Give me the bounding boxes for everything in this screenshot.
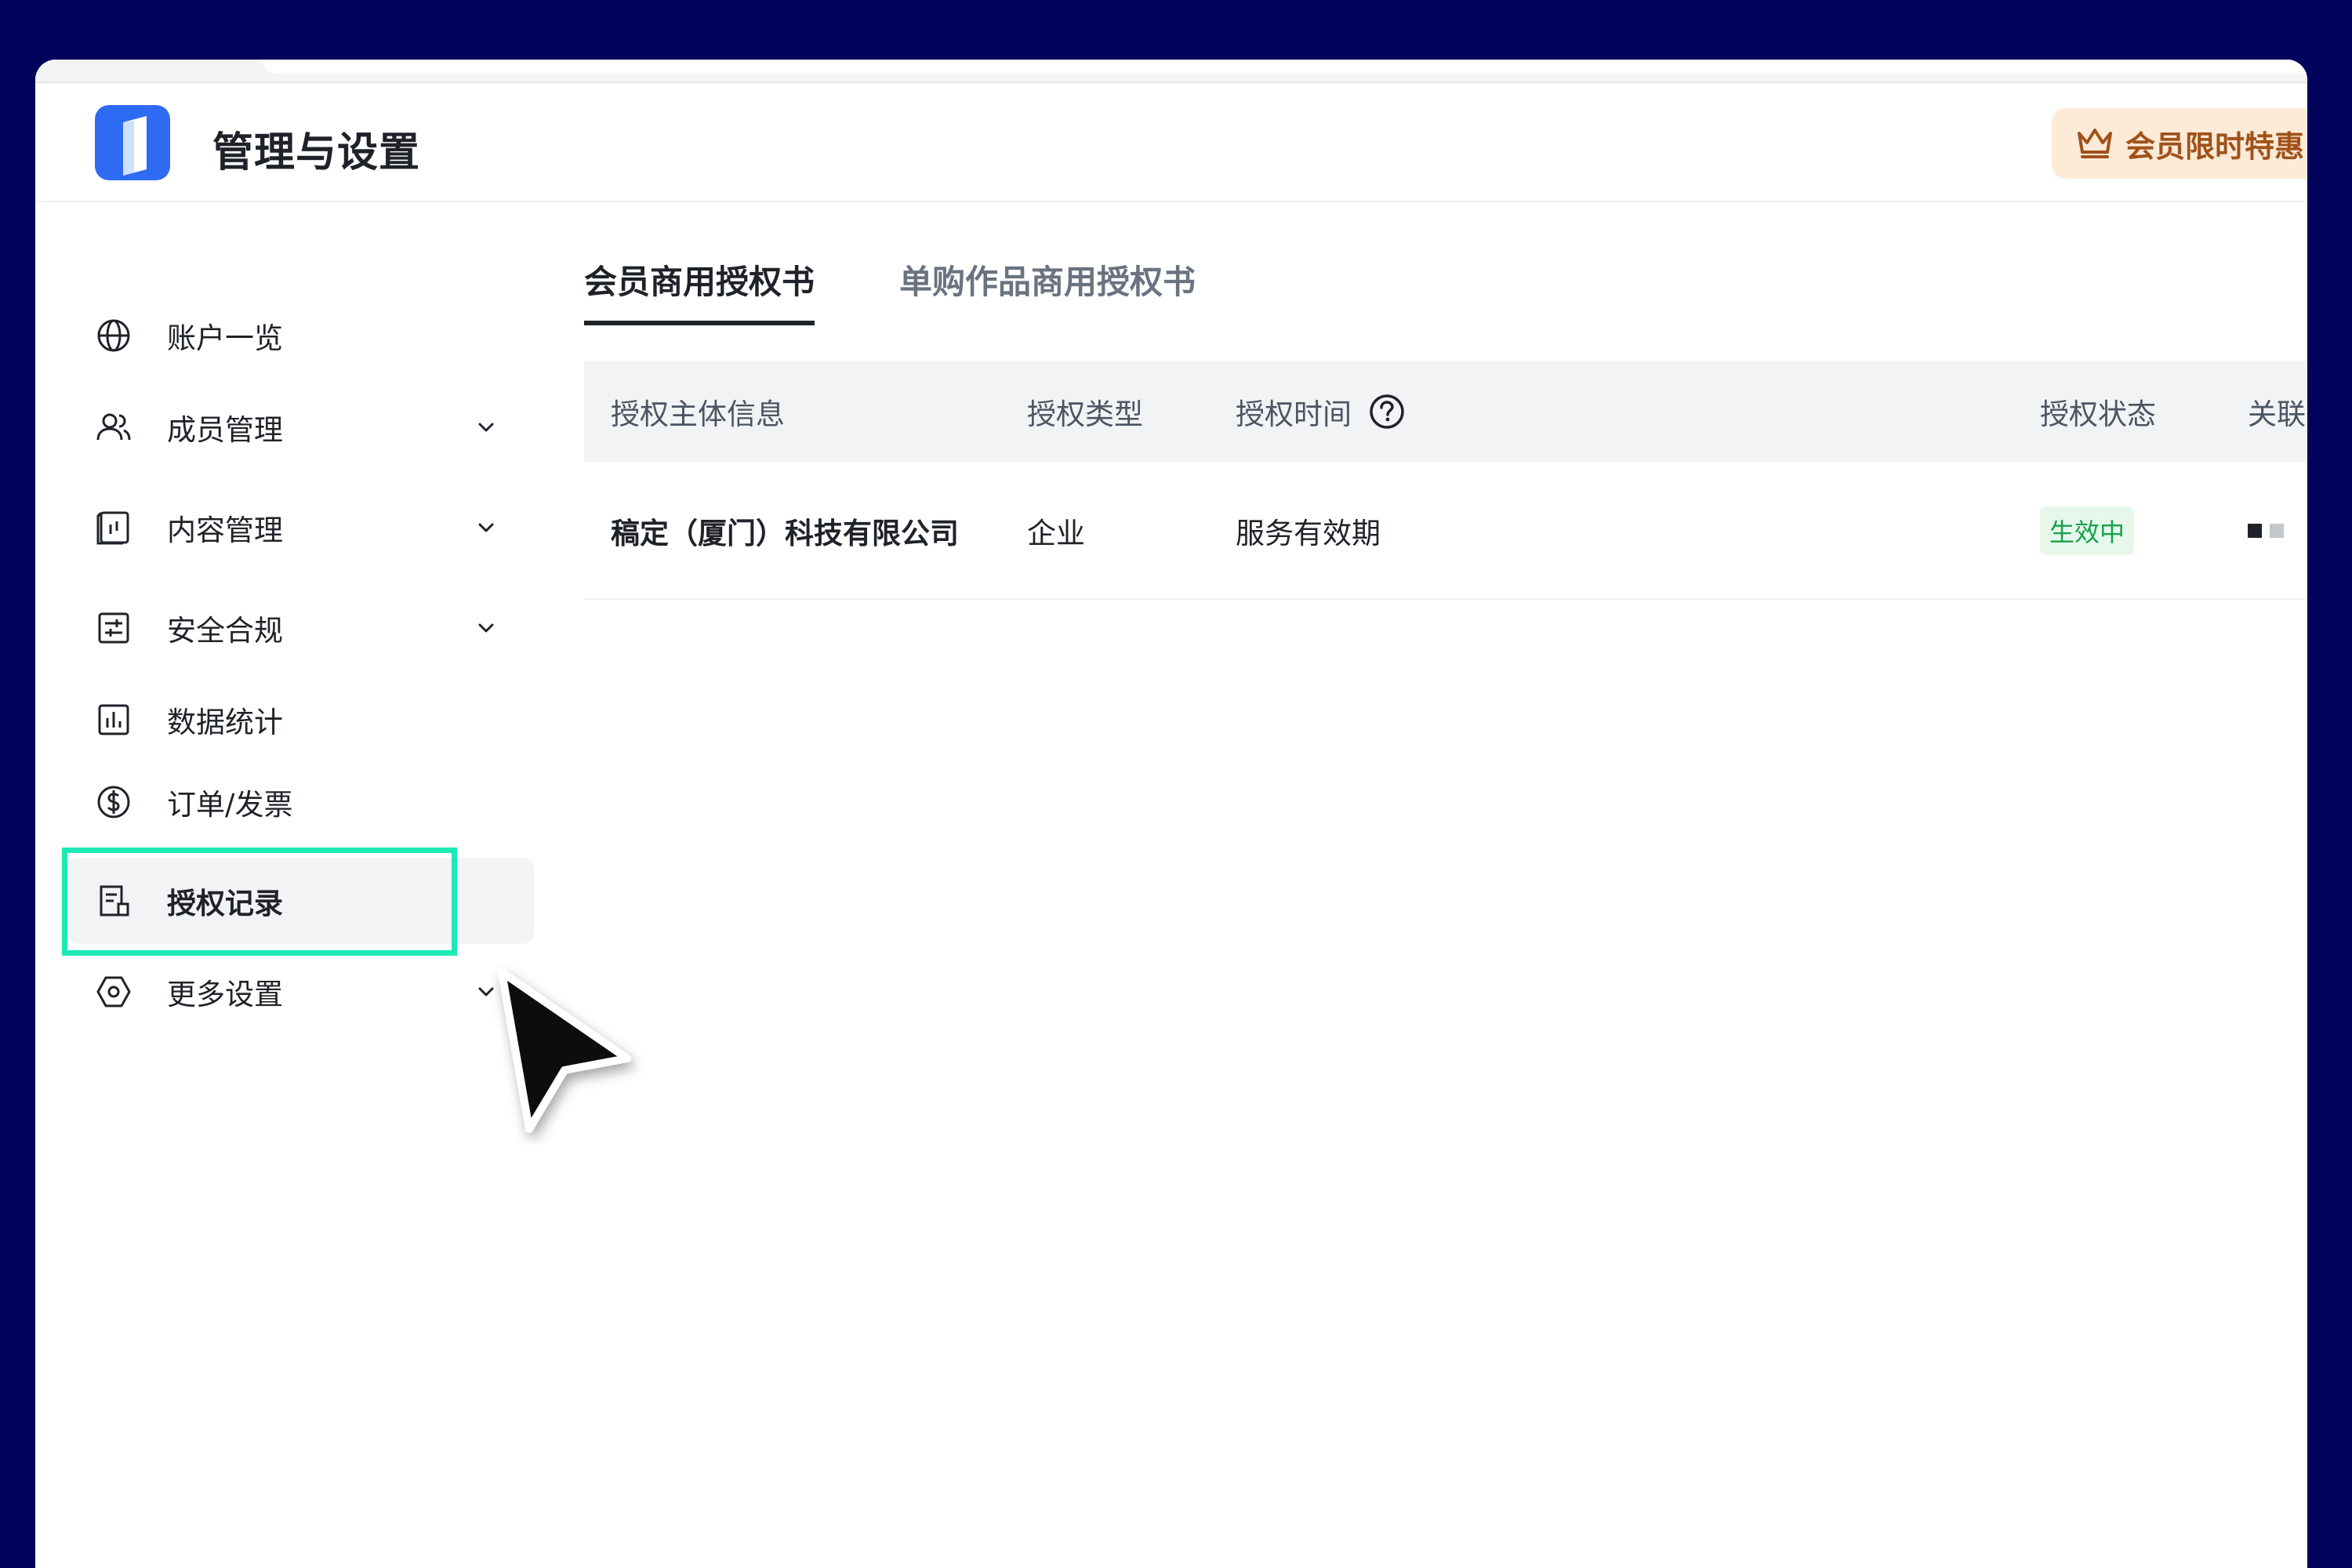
cell-subject: 稿定（厦门）科技有限公司 [611,517,959,550]
column-header-related: 关联 [2248,397,2306,431]
column-header-subject: 授权主体信息 [611,397,785,431]
sidebar-item-label: 成员管理 [167,413,283,447]
globe-icon [95,317,132,354]
cell-related[interactable] [2248,462,2284,600]
sidebar-item-account-overview[interactable]: 账户一览 [67,292,534,379]
column-header-time: 授权时间 [1236,361,1405,462]
sidebar-item-more-settings[interactable]: 更多设置 [67,949,534,1035]
sidebar-item-label: 账户一览 [167,321,283,355]
help-circle-icon[interactable] [1369,394,1405,430]
sidebar-item-data-statistics[interactable]: 数据统计 [67,677,534,763]
column-header-type: 授权类型 [1027,397,1143,431]
address-bar-edge [263,60,2307,74]
sidebar-item-label: 更多设置 [167,978,283,1011]
table-header: 授权主体信息 授权类型 授权时间 授权状态 关联 [584,361,2307,462]
column-header-status: 授权状态 [2040,397,2156,431]
security-icon [95,609,132,647]
sidebar-item-label: 授权记录 [167,887,283,920]
tab-single-purchase-license[interactable]: 单购作品商用授权书 [899,256,1196,321]
authorization-table: 授权主体信息 授权类型 授权时间 授权状态 关联 稿定（厦门）科技有限公司 企业… [584,361,2307,600]
hexagon-settings-icon [95,973,132,1011]
chevron-down-icon[interactable] [474,980,498,1004]
sidebar-item-label: 内容管理 [167,514,283,547]
page-header: 管理与设置 会员限时特惠 [35,83,2307,202]
sidebar: 账户一览 成员管理 内容管理 安全合规 数据统计 订单/发票 授权记录 更多设置 [35,202,534,1143]
bar-chart-icon [95,701,132,739]
chevron-down-icon[interactable] [474,416,498,439]
related-item-thumbnails[interactable] [2248,524,2284,538]
sidebar-item-authorization-records[interactable]: 授权记录 [67,858,534,944]
dollar-icon [95,783,132,821]
license-tabs: 会员商用授权书 单购作品商用授权书 [584,256,2230,326]
chevron-down-icon[interactable] [474,516,498,539]
sidebar-item-label: 订单/发票 [167,788,293,822]
cell-type: 企业 [1027,517,1085,550]
document-icon [95,882,132,920]
promo-label: 会员限时特惠 [2125,129,2305,164]
users-icon [95,408,132,446]
sidebar-item-label: 数据统计 [167,706,283,739]
status-badge: 生效中 [2040,506,2135,555]
app-window: 管理与设置 会员限时特惠 账户一览 成员管理 内容管理 安全合规 数据统计 订单… [35,60,2307,1568]
column-header-time-label: 授权时间 [1236,397,1352,431]
content-icon [95,509,132,546]
sidebar-item-orders-invoices[interactable]: 订单/发票 [67,759,534,845]
browser-top-strip [35,60,2307,83]
cell-time: 服务有效期 [1236,517,1381,550]
sidebar-item-label: 安全合规 [167,614,283,648]
sidebar-item-content-management[interactable]: 内容管理 [67,485,534,571]
cell-status: 生效中 [2040,462,2135,600]
sidebar-item-member-management[interactable]: 成员管理 [67,384,534,470]
sidebar-item-security-compliance[interactable]: 安全合规 [67,585,534,671]
chevron-down-icon[interactable] [474,616,498,640]
member-promo-button[interactable]: 会员限时特惠 [2052,108,2307,179]
table-row[interactable]: 稿定（厦门）科技有限公司 企业 服务有效期 生效中 [584,462,2307,600]
tab-member-license[interactable]: 会员商用授权书 [584,256,815,325]
page-title: 管理与设置 [212,129,421,176]
app-logo-icon [95,105,170,180]
crown-icon [2075,124,2114,163]
